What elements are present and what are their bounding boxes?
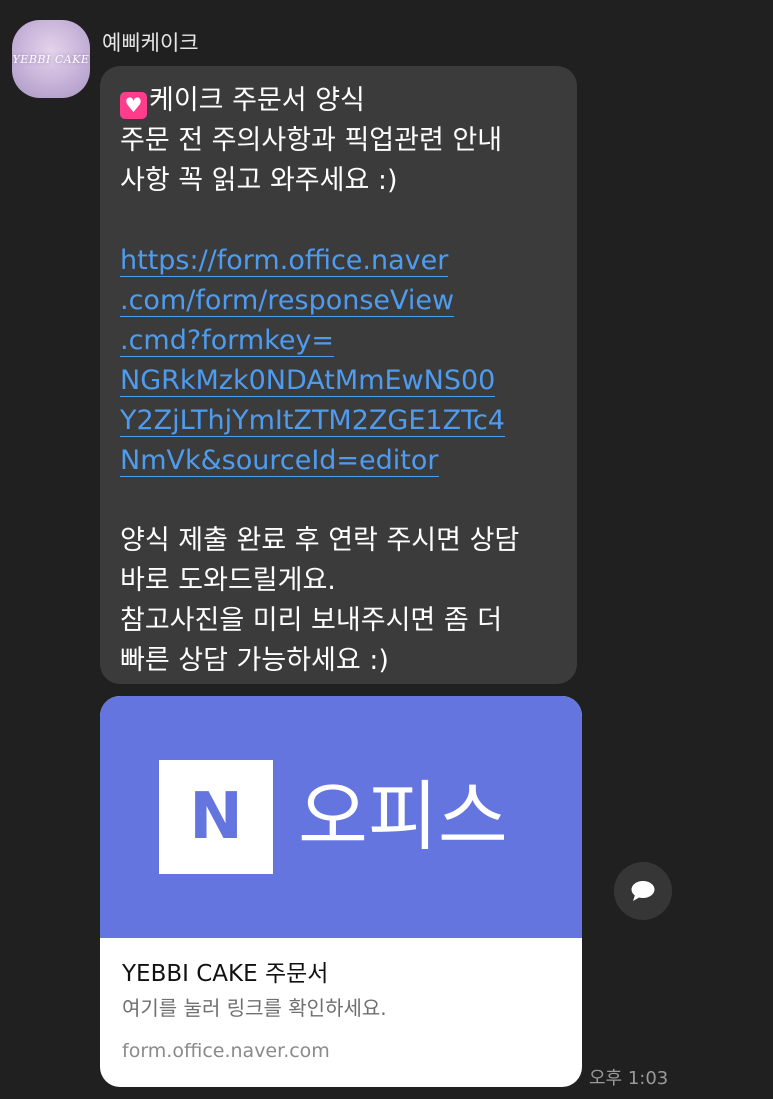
- naver-n-logo: N: [159, 760, 273, 874]
- speech-bubble-icon: [631, 881, 655, 901]
- naver-logo-letter: N: [189, 780, 243, 854]
- message-timestamp: 오후 1:03: [589, 1068, 669, 1089]
- share-button[interactable]: [614, 862, 672, 920]
- sender-name: 예삐케이크: [102, 31, 199, 55]
- message-line-title: ♥ 케이크 주문서 양식: [120, 81, 577, 121]
- link-line[interactable]: Y2ZjLThjYmItZTM2ZGE1ZTc4: [120, 401, 577, 441]
- link-line[interactable]: .com/form/responseView: [120, 281, 577, 321]
- message-line: 주문 전 주의사항과 픽업관련 안내: [120, 125, 503, 156]
- link-line[interactable]: NmVk&sourceId=editor: [120, 441, 577, 481]
- message-line: 사항 꼭 읽고 와주세요 :): [120, 165, 398, 196]
- card-title: YEBBI CAKE 주문서: [122, 961, 329, 987]
- message-line: 바로 도와드릴게요.: [120, 565, 336, 596]
- card-banner: N 오피스: [100, 696, 582, 938]
- link-line[interactable]: NGRkMzk0NDAtMmEwNS00: [120, 361, 577, 401]
- message-line: 참고사진을 미리 보내주시면 좀 더: [120, 605, 503, 636]
- link-line[interactable]: https://form.office.naver: [120, 241, 577, 281]
- avatar-logo: YEBBI CAKE: [12, 52, 90, 66]
- chat-screen: YEBBI CAKE 예삐케이크 ♥ 케이크 주문서 양식 주문 전 주의사항과 …: [0, 0, 773, 1099]
- card-url: form.office.naver.com: [122, 1040, 330, 1062]
- card-description: 여기를 눌러 링크를 확인하세요.: [122, 996, 387, 1020]
- message-bubble[interactable]: ♥ 케이크 주문서 양식 주문 전 주의사항과 픽업관련 안내 사항 꼭 읽고 와…: [100, 66, 577, 684]
- link-line[interactable]: .cmd?formkey=: [120, 321, 577, 361]
- heart-icon: ♥: [120, 92, 147, 119]
- link-preview-card[interactable]: N 오피스 YEBBI CAKE 주문서 여기를 눌러 링크를 확인하세요. f…: [100, 696, 582, 1087]
- sender-avatar[interactable]: YEBBI CAKE: [12, 20, 90, 98]
- order-form-link[interactable]: https://form.office.naver .com/form/resp…: [120, 241, 577, 481]
- message-title-text: 케이크 주문서 양식: [149, 85, 365, 116]
- message-line: 양식 제출 완료 후 연락 주시면 상담: [120, 525, 520, 556]
- message-line: 빠른 상담 가능하세요 :): [120, 645, 389, 676]
- office-banner-text: 오피스: [298, 772, 508, 861]
